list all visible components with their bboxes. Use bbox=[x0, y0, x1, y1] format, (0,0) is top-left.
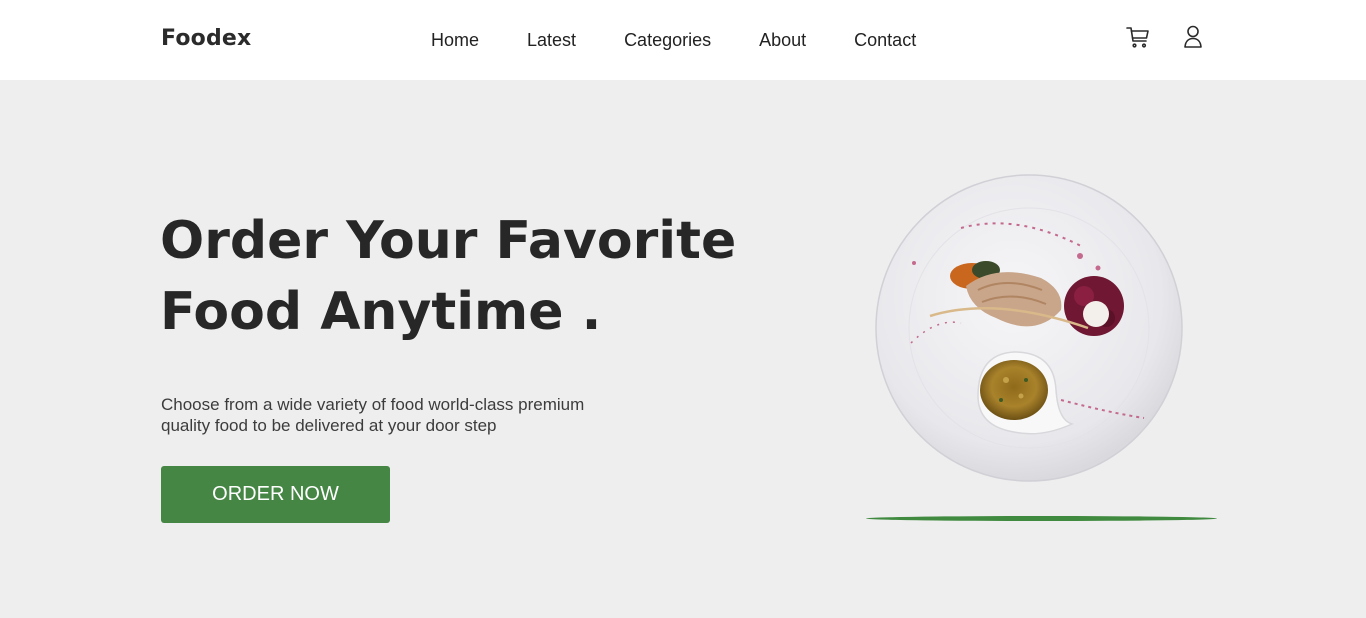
nav-link-latest[interactable]: Latest bbox=[527, 30, 576, 51]
user-icon bbox=[1184, 25, 1202, 48]
user-button[interactable] bbox=[1181, 24, 1207, 50]
hero-description: Choose from a wide variety of food world… bbox=[161, 395, 585, 435]
brand-logo[interactable]: Foodex bbox=[161, 26, 251, 51]
nav-link-categories[interactable]: Categories bbox=[624, 30, 711, 51]
main-nav: Home Latest Categories About Contact bbox=[431, 30, 916, 51]
nav-link-home[interactable]: Home bbox=[431, 30, 479, 51]
navbar: Foodex Home Latest Categories About Cont… bbox=[0, 0, 1366, 80]
nav-link-about[interactable]: About bbox=[759, 30, 806, 51]
hero-headline-line1: Order Your Favorite bbox=[160, 211, 737, 271]
hero-headline: Order Your Favorite Food Anytime . bbox=[160, 206, 780, 348]
cart-button[interactable] bbox=[1125, 24, 1151, 50]
nav-link-contact[interactable]: Contact bbox=[854, 30, 916, 51]
cart-icon bbox=[1126, 27, 1149, 48]
hero-food-image bbox=[866, 168, 1196, 498]
accent-underline bbox=[866, 516, 1217, 521]
hero-section: Order Your Favorite Food Anytime . Choos… bbox=[0, 80, 1366, 618]
hero-headline-line2: Food Anytime . bbox=[160, 282, 602, 342]
plate-illustration bbox=[875, 174, 1183, 482]
order-now-button[interactable]: ORDER NOW bbox=[161, 466, 390, 523]
